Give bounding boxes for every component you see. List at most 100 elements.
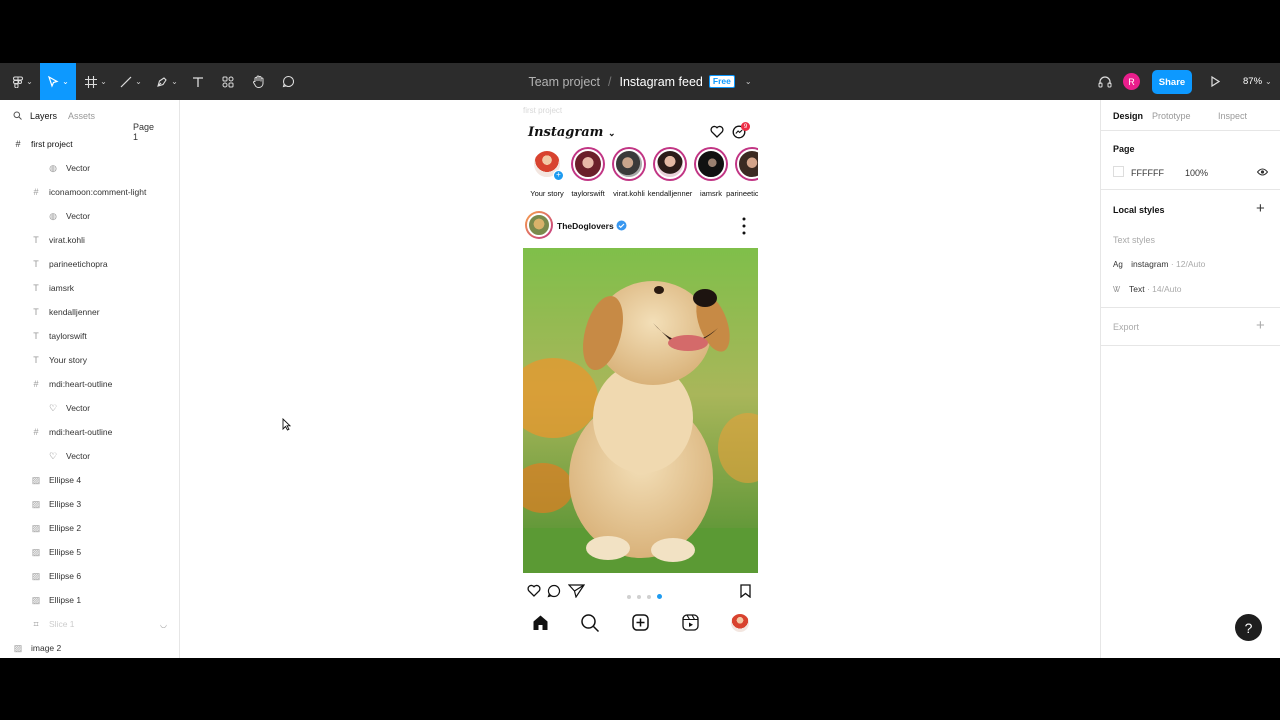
layer-item[interactable]: Tkendalljenner — [0, 302, 180, 322]
layer-label: virat.kohli — [49, 235, 85, 245]
style-name: Text — [1129, 284, 1145, 294]
story-label: parineetichopra — [726, 189, 758, 198]
story-kendalljenner[interactable]: kendalljenner — [648, 147, 692, 198]
search-icon[interactable] — [580, 613, 600, 633]
story-virat-kohli[interactable]: virat.kohli — [611, 147, 647, 198]
heart-icon[interactable] — [710, 125, 724, 138]
story-iamsrk[interactable]: iamsrk — [693, 147, 729, 198]
layer-item[interactable]: ▨ Ellipse 3 — [0, 494, 180, 514]
team-name-link[interactable]: Team project — [528, 75, 600, 89]
story-avatar — [571, 147, 605, 181]
tab-layers[interactable]: Layers — [30, 111, 57, 121]
story-taylorswift[interactable]: taylorswift — [570, 147, 606, 198]
create-post-icon[interactable] — [632, 614, 649, 631]
layer-item[interactable]: Tparineetichopra — [0, 254, 180, 274]
layer-item[interactable]: ♡ Vector — [0, 398, 180, 418]
audio-button[interactable] — [1096, 63, 1114, 100]
resources-button[interactable] — [218, 63, 238, 100]
eye-icon[interactable] — [1257, 168, 1268, 176]
layer-item[interactable]: # mdi:heart-outline — [0, 374, 180, 394]
text-style-text[interactable]: Ꮤ Text · 14/Auto — [1113, 284, 1181, 295]
bookmark-icon[interactable] — [740, 584, 751, 598]
home-icon[interactable] — [532, 614, 549, 631]
frame-label[interactable]: first project — [523, 106, 562, 115]
layer-item[interactable]: ▨ Ellipse 5 — [0, 542, 180, 562]
layer-item[interactable]: ▨ Ellipse 4 — [0, 470, 180, 490]
layer-item[interactable]: ⌗ Slice 1 ◡ — [0, 614, 180, 634]
story-avatar — [612, 147, 646, 181]
add-export-icon[interactable]: + — [1256, 317, 1265, 334]
layer-item[interactable]: ▨ Ellipse 2 — [0, 518, 180, 538]
move-tool-icon — [48, 75, 59, 88]
post-image[interactable] — [523, 248, 758, 573]
story-parineetichopra[interactable]: parineetichopra — [726, 147, 758, 198]
layer-item[interactable]: ▨ Ellipse 6 — [0, 566, 180, 586]
like-heart-icon[interactable] — [527, 584, 541, 597]
breadcrumb-separator: / — [608, 74, 612, 89]
layer-item[interactable]: Tiamsrk — [0, 278, 180, 298]
layer-item[interactable]: ◍ Vector — [0, 206, 180, 226]
layer-item[interactable]: ♡ Vector — [0, 446, 180, 466]
tab-inspect[interactable]: Inspect — [1218, 111, 1247, 121]
text-style-instagram[interactable]: Ag instagram · 12/Auto — [1113, 259, 1205, 269]
share-send-icon[interactable] — [568, 584, 585, 598]
layer-label: Ellipse 6 — [49, 571, 82, 581]
pen-tool-button[interactable]: ⌄ — [152, 63, 182, 100]
tab-prototype[interactable]: Prototype — [1152, 111, 1191, 121]
comment-icon[interactable] — [547, 584, 561, 598]
layer-item[interactable]: Tvirat.kohli — [0, 230, 180, 250]
carousel-dot — [647, 595, 651, 599]
page-color-value[interactable]: FFFFFF — [1131, 168, 1164, 178]
toolbar: ⌄ ⌄ ⌄ ⌄ ⌄ Team project / Instagram feed … — [0, 63, 1280, 100]
main-menu-button[interactable]: ⌄ — [8, 63, 38, 100]
layer-frame-first-project[interactable]: # first project — [0, 134, 180, 154]
layer-item[interactable]: T Your story — [0, 350, 180, 370]
layer-item[interactable]: # iconamoon:comment-light — [0, 182, 180, 202]
post-avatar[interactable] — [525, 211, 553, 239]
layer-item[interactable]: ◍ Vector — [0, 158, 180, 178]
layer-label: iamsrk — [49, 283, 75, 293]
post-username[interactable]: TheDoglovers — [557, 221, 614, 231]
comment-tool-button[interactable] — [278, 63, 298, 100]
frame-tool-button[interactable]: ⌄ — [82, 63, 110, 100]
add-style-icon[interactable]: + — [1256, 200, 1265, 217]
layer-label: Your story — [49, 355, 87, 365]
layer-item[interactable]: ▨ Ellipse 1 — [0, 590, 180, 610]
frame-tool-icon — [85, 75, 98, 88]
comment-tool-icon — [282, 75, 294, 88]
story-your-story[interactable]: + Your story — [529, 147, 565, 198]
chevron-down-icon[interactable]: ⌄ — [745, 77, 752, 86]
tab-design[interactable]: Design — [1113, 111, 1143, 121]
page-color-swatch[interactable] — [1113, 166, 1124, 177]
text-icon: T — [33, 331, 39, 341]
tab-assets[interactable]: Assets — [68, 111, 95, 121]
move-tool-button[interactable]: ⌄ — [40, 63, 76, 100]
add-story-icon: + — [553, 170, 564, 181]
image-icon: ▨ — [31, 474, 41, 485]
page-opacity-value[interactable]: 100% — [1185, 168, 1208, 178]
share-button[interactable]: Share — [1152, 70, 1192, 94]
layer-label: Vector — [66, 163, 91, 173]
layer-item[interactable]: # mdi:heart-outline — [0, 422, 180, 442]
layer-image-2[interactable]: ▨ image 2 — [0, 638, 180, 658]
zoom-menu[interactable]: 87% ⌄ — [1243, 63, 1272, 100]
instagram-logo: Instagram ⌄ — [528, 125, 615, 140]
layer-item[interactable]: Ttaylorswift — [0, 326, 180, 346]
more-options-icon[interactable] — [742, 217, 746, 235]
present-button[interactable] — [1206, 63, 1224, 100]
hidden-eye-icon[interactable]: ◡ — [160, 620, 167, 629]
hand-tool-icon — [252, 75, 263, 88]
hand-tool-button[interactable] — [248, 63, 268, 100]
mouse-cursor-icon — [282, 418, 291, 431]
help-button[interactable]: ? — [1235, 614, 1262, 641]
file-name[interactable]: Instagram feed — [619, 75, 702, 89]
reels-icon[interactable] — [682, 614, 699, 631]
search-icon[interactable] — [13, 111, 22, 120]
text-tool-icon — [193, 76, 203, 87]
line-tool-button[interactable]: ⌄ — [116, 63, 146, 100]
instagram-frame[interactable]: Instagram ⌄ 9 + Your story taylorswift v… — [523, 117, 758, 637]
profile-avatar[interactable] — [731, 614, 749, 632]
user-avatar[interactable]: R — [1123, 73, 1140, 90]
text-tool-button[interactable] — [188, 63, 208, 100]
layer-label: Vector — [66, 451, 91, 461]
